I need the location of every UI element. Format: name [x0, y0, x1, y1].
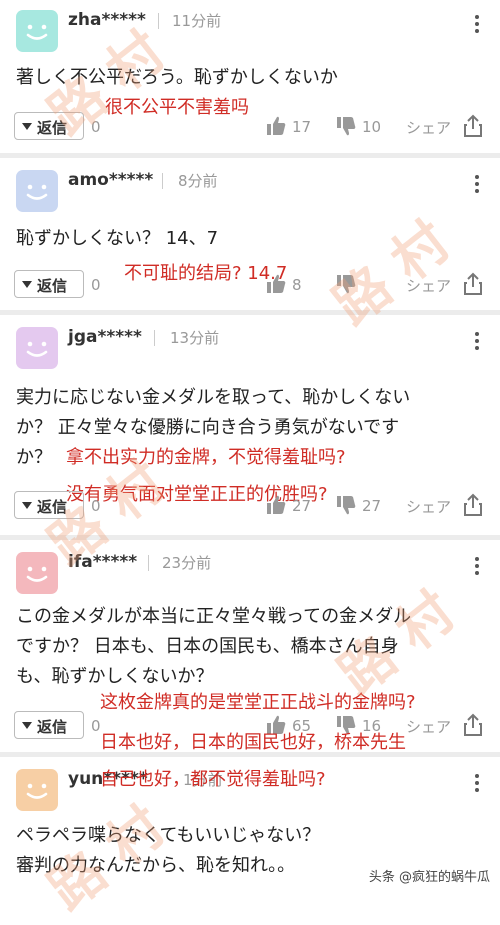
share-icon[interactable]: [462, 272, 484, 296]
share-label[interactable]: シェア: [406, 275, 451, 296]
footer-credit: 头条 @疯狂的蜗牛瓜: [368, 870, 490, 885]
more-menu-icon[interactable]: [468, 771, 486, 797]
share-label[interactable]: シェア: [406, 496, 451, 517]
timestamp: 13分前: [170, 329, 220, 347]
avatar[interactable]: [16, 170, 58, 212]
comment-2: amo***** 8分前 恥ずかしくない？ 14、7 不可耻的结局? 14.7 …: [0, 158, 500, 308]
reply-button[interactable]: 返信: [14, 491, 84, 519]
comment-actions: 返信 0 27 27 シェア: [0, 491, 500, 521]
share-icon[interactable]: [462, 713, 484, 737]
dislike-count: 10: [362, 118, 382, 136]
comment-actions: 返信 0 8 シェア: [0, 270, 500, 300]
comment-text: 恥ずかしくない？ 14、7: [16, 228, 219, 249]
avatar[interactable]: [16, 769, 58, 811]
thumbs-up-icon[interactable]: [266, 115, 286, 137]
comment-1: zha***** 11分前 著しく不公平だろう。恥ずかしくないか 很不公平不害羞…: [0, 0, 500, 152]
dislike-count: 27: [362, 497, 382, 515]
avatar[interactable]: [16, 552, 58, 594]
share-label[interactable]: シェア: [406, 117, 451, 138]
comment-text: 著しく不公平だろう。恥ずかしくないか: [16, 67, 338, 88]
smiley-avatar-icon: [26, 184, 48, 200]
thumbs-down-icon[interactable]: [336, 273, 356, 295]
reply-button[interactable]: 返信: [14, 270, 84, 298]
more-menu-icon[interactable]: [468, 329, 486, 355]
timestamp: 11分前: [172, 12, 222, 30]
caret-down-icon: [22, 281, 32, 288]
avatar[interactable]: [16, 10, 58, 52]
reply-button[interactable]: 返信: [14, 711, 84, 739]
username[interactable]: zha*****: [68, 10, 146, 30]
thumbs-down-icon[interactable]: [336, 115, 356, 137]
share-icon[interactable]: [462, 114, 484, 138]
comment-actions: 返信 0 17 10 シェア: [0, 112, 500, 142]
more-menu-icon[interactable]: [468, 12, 486, 38]
comment-text: この金メダルが本当に正々堂々戦っての金メダル ですか？ 日本も、日本の国民も、橋…: [16, 606, 412, 687]
like-count: 27: [292, 497, 312, 515]
smiley-avatar-icon: [26, 341, 48, 357]
translation-text: 日本也好，日本的国民也好，桥本先生: [100, 732, 406, 753]
caret-down-icon: [22, 123, 32, 130]
reply-count: 0: [91, 276, 101, 294]
reply-count: 0: [91, 497, 101, 515]
translation-text: 拿不出实力的金牌，不觉得羞耻吗?: [66, 447, 346, 468]
username[interactable]: ifa*****: [68, 552, 137, 572]
smiley-avatar-icon: [26, 24, 48, 40]
timestamp: 8分前: [178, 172, 218, 190]
comment-4: ifa***** 23分前 この金メダルが本当に正々堂々戦っての金メダル ですか…: [0, 540, 500, 753]
smiley-avatar-icon: [26, 566, 48, 582]
smiley-avatar-icon: [26, 783, 48, 799]
more-menu-icon[interactable]: [468, 554, 486, 580]
username[interactable]: jga*****: [68, 327, 142, 347]
comment-3: jga***** 13分前 実力に応じない金メダルを取って、恥かしくない か？ …: [0, 315, 500, 535]
username[interactable]: amo*****: [68, 170, 153, 190]
thumbs-up-icon[interactable]: [266, 494, 286, 516]
share-label[interactable]: シェア: [406, 716, 451, 737]
avatar[interactable]: [16, 327, 58, 369]
caret-down-icon: [22, 722, 32, 729]
timestamp: 23分前: [162, 554, 212, 572]
thumbs-down-icon[interactable]: [336, 494, 356, 516]
thumbs-up-icon[interactable]: [266, 273, 286, 295]
share-icon[interactable]: [462, 493, 484, 517]
translation-text: 自己也好，都不觉得羞耻吗?: [100, 769, 326, 790]
like-count: 8: [292, 276, 302, 294]
more-menu-icon[interactable]: [468, 172, 486, 198]
caret-down-icon: [22, 502, 32, 509]
reply-button[interactable]: 返信: [14, 112, 84, 140]
reply-count: 0: [91, 118, 101, 136]
like-count: 17: [292, 118, 312, 136]
